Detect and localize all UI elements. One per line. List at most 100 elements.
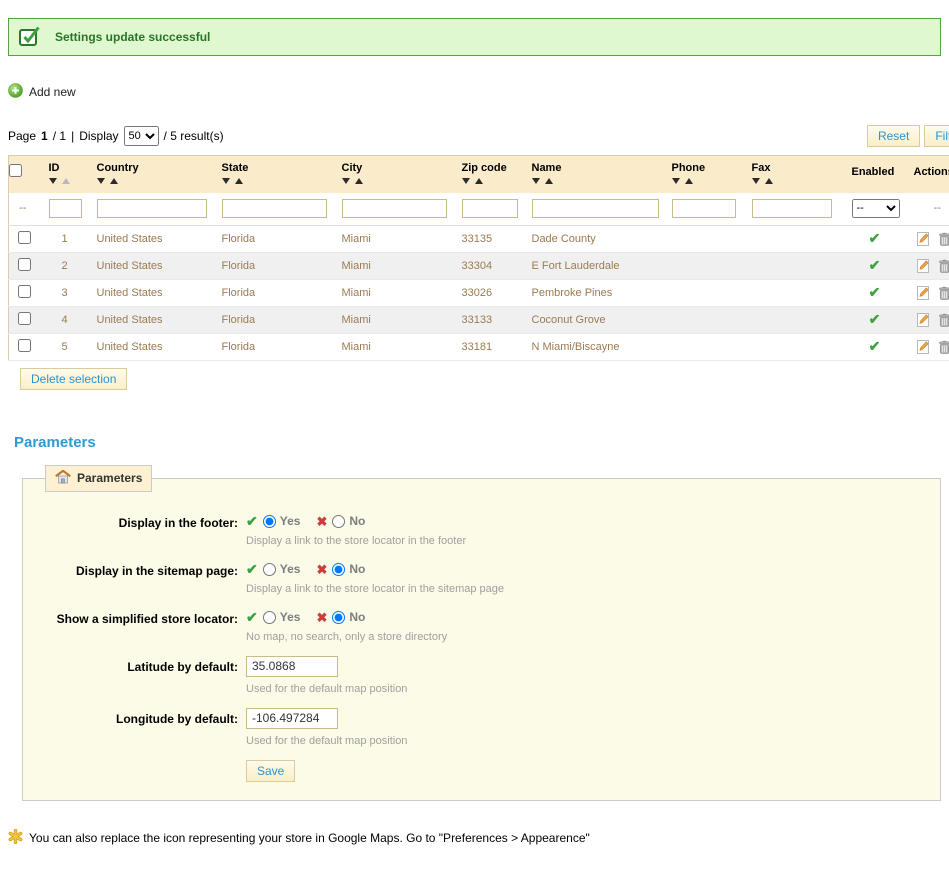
page-word: Page	[8, 129, 36, 143]
select-all-checkbox[interactable]	[9, 164, 22, 177]
delete-icon[interactable]	[938, 340, 949, 354]
edit-icon[interactable]	[916, 340, 930, 354]
table-row[interactable]: 2 United States Florida Miami 33304 E Fo…	[9, 252, 949, 279]
page-current: 1	[41, 129, 48, 143]
table-row[interactable]: 4 United States Florida Miami 33133 Coco…	[9, 306, 949, 333]
cell-country: United States	[89, 279, 214, 306]
filter-button[interactable]: Filter	[924, 125, 949, 147]
row-checkbox[interactable]	[18, 339, 31, 352]
sort-desc-icon[interactable]	[752, 178, 760, 184]
filter-id-input[interactable]	[49, 199, 82, 218]
sitemap-yes-radio[interactable]	[263, 563, 276, 576]
sort-desc-icon[interactable]	[222, 178, 230, 184]
per-page-select[interactable]: 50	[124, 126, 159, 146]
sort-asc-icon[interactable]	[235, 178, 243, 184]
delete-selection-button[interactable]: Delete selection	[20, 368, 127, 390]
cell-name: Pembroke Pines	[524, 279, 664, 306]
sort-desc-icon[interactable]	[342, 178, 350, 184]
sort-asc-icon[interactable]	[685, 178, 693, 184]
filter-zip-input[interactable]	[462, 199, 518, 218]
filter-city-input[interactable]	[342, 199, 447, 218]
row-checkbox[interactable]	[18, 258, 31, 271]
col-header-id: ID	[41, 156, 89, 193]
cell-id: 4	[41, 306, 89, 333]
sort-asc-icon[interactable]	[110, 178, 118, 184]
enabled-check-icon[interactable]: ✔	[869, 311, 881, 327]
save-button[interactable]: Save	[246, 760, 295, 782]
cell-state: Florida	[214, 333, 334, 360]
no-label: No	[349, 514, 365, 528]
checkbox-filter-dash: --	[9, 193, 41, 226]
add-new-label: Add new	[29, 85, 76, 99]
pagination-info: Page 1 / 1 | Display 50 / 5 result(s)	[8, 126, 224, 146]
enabled-check-icon[interactable]: ✔	[869, 257, 881, 273]
enabled-check-icon[interactable]: ✔	[869, 230, 881, 246]
delete-icon[interactable]	[938, 313, 949, 327]
longitude-input[interactable]	[246, 708, 338, 729]
cell-zip: 33181	[454, 333, 524, 360]
row-checkbox[interactable]	[18, 285, 31, 298]
cell-zip: 33135	[454, 225, 524, 252]
col-header-city: City	[334, 156, 454, 193]
footer-no-radio[interactable]	[332, 515, 345, 528]
delete-icon[interactable]	[938, 259, 949, 273]
edit-icon[interactable]	[916, 286, 930, 300]
simplified-no-radio[interactable]	[332, 611, 345, 624]
stores-table: ID Country State City Zip code	[8, 155, 949, 361]
cell-city: Miami	[334, 252, 454, 279]
cell-country: United States	[89, 225, 214, 252]
sort-desc-icon[interactable]	[97, 178, 105, 184]
cell-state: Florida	[214, 279, 334, 306]
field-label: Longitude by default:	[33, 708, 238, 747]
enabled-check-icon[interactable]: ✔	[869, 338, 881, 354]
latitude-input[interactable]	[246, 656, 338, 677]
form-row-longitude: Longitude by default: Used for the defau…	[33, 708, 930, 747]
delete-icon[interactable]	[938, 286, 949, 300]
cell-country: United States	[89, 306, 214, 333]
field-hint: No map, no search, only a store director…	[246, 631, 447, 643]
filter-name-input[interactable]	[532, 199, 659, 218]
table-row[interactable]: 1 United States Florida Miami 33135 Dade…	[9, 225, 949, 252]
filter-state-input[interactable]	[222, 199, 327, 218]
form-row-footer: Display in the footer: ✔ Yes ✖ No Displa…	[33, 512, 930, 547]
sort-asc-icon[interactable]	[62, 178, 70, 184]
sitemap-no-radio[interactable]	[332, 563, 345, 576]
filter-enabled-select[interactable]: --	[852, 199, 900, 218]
row-checkbox[interactable]	[18, 312, 31, 325]
sort-asc-icon[interactable]	[475, 178, 483, 184]
sort-desc-icon[interactable]	[672, 178, 680, 184]
results-count: / 5 result(s)	[164, 129, 224, 143]
cell-state: Florida	[214, 225, 334, 252]
sort-asc-icon[interactable]	[545, 178, 553, 184]
yes-label: Yes	[280, 610, 301, 624]
filter-phone-input[interactable]	[672, 199, 736, 218]
filter-fax-input[interactable]	[752, 199, 832, 218]
edit-icon[interactable]	[916, 313, 930, 327]
sort-asc-icon[interactable]	[765, 178, 773, 184]
parameters-legend: Parameters	[45, 465, 152, 492]
sort-desc-icon[interactable]	[532, 178, 540, 184]
table-row[interactable]: 5 United States Florida Miami 33181 N Mi…	[9, 333, 949, 360]
sort-desc-icon[interactable]	[462, 178, 470, 184]
filter-country-input[interactable]	[97, 199, 207, 218]
footer-yes-radio[interactable]	[263, 515, 276, 528]
row-checkbox[interactable]	[18, 231, 31, 244]
form-row-simplified: Show a simplified store locator: ✔ Yes ✖…	[33, 608, 930, 643]
edit-icon[interactable]	[916, 259, 930, 273]
filter-row: -- -- --	[9, 193, 949, 226]
cell-zip: 33133	[454, 306, 524, 333]
enabled-check-icon[interactable]: ✔	[869, 284, 881, 300]
cell-city: Miami	[334, 225, 454, 252]
sort-asc-icon[interactable]	[355, 178, 363, 184]
cell-name: N Miami/Biscayne	[524, 333, 664, 360]
simplified-yes-radio[interactable]	[263, 611, 276, 624]
reset-button[interactable]: Reset	[867, 125, 920, 147]
sort-desc-icon[interactable]	[49, 178, 57, 184]
success-message: Settings update successful	[55, 30, 210, 44]
col-header-enabled: Enabled	[844, 156, 906, 193]
edit-icon[interactable]	[916, 232, 930, 246]
no-cross-icon: ✖	[316, 515, 327, 528]
add-new-link[interactable]: Add new	[8, 83, 76, 101]
table-row[interactable]: 3 United States Florida Miami 33026 Pemb…	[9, 279, 949, 306]
delete-icon[interactable]	[938, 232, 949, 246]
